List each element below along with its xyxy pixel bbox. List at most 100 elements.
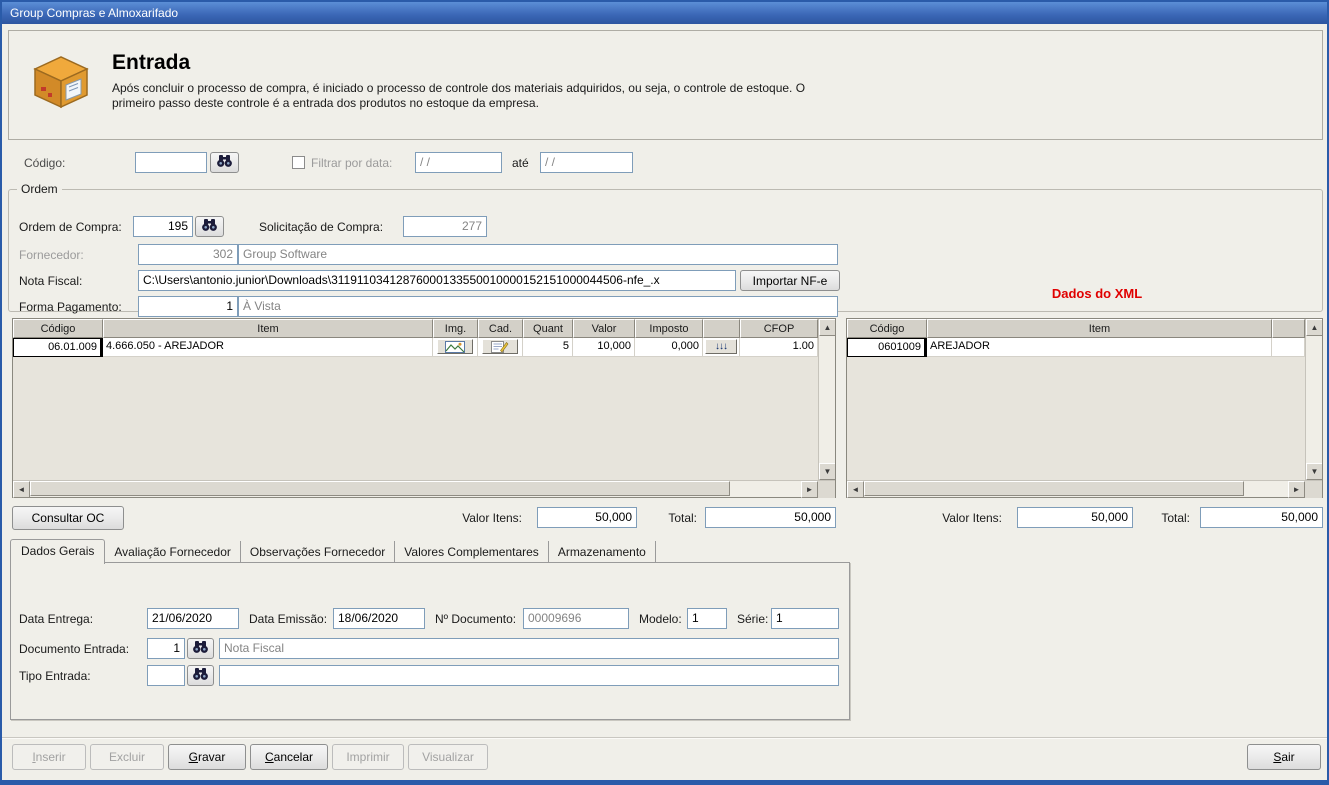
binoculars-icon [192,640,209,657]
xml-grid-header[interactable]: Código Item [847,319,1305,338]
scroll-down-icon[interactable]: ▼ [1306,463,1322,480]
column-header-item[interactable]: Item [927,319,1272,338]
tipo-entrada-codigo-input[interactable] [147,665,185,686]
ordem-de-compra-input[interactable]: 195 [133,216,193,237]
xml-grid-vertical-scrollbar[interactable]: ▲ ▼ [1305,319,1322,480]
right-total-field: 50,000 [1200,507,1323,528]
xml-grid[interactable]: Código Item 0601009 AREJADOR ▲ ▼ ◄ ► [846,318,1323,498]
valor-itens-label: Valor Itens: [942,511,1002,525]
tab-valores-complementares[interactable]: Valores Complementares [395,541,549,562]
xml-grid-horizontal-scrollbar[interactable]: ◄ ► [847,480,1322,498]
left-valor-itens-field: 50,000 [537,507,637,528]
cell-codigo[interactable]: 0601009 [847,338,927,357]
total-label: Total: [668,511,697,525]
items-grid-vertical-scrollbar[interactable]: ▲ ▼ [818,319,835,480]
scroll-up-icon[interactable]: ▲ [1306,319,1322,336]
scroll-left-icon[interactable]: ◄ [847,481,864,498]
scrollbar-corner [1305,481,1322,498]
edit-form-icon[interactable] [482,339,518,354]
nota-fiscal-label: Nota Fiscal: [19,274,83,288]
cell-impostos-button[interactable]: ↓↓↓ [703,338,740,357]
cancelar-button[interactable]: Cancelar [250,744,328,770]
scroll-right-icon[interactable]: ► [801,481,818,498]
tipo-entrada-nome-input[interactable] [219,665,839,686]
cell-codigo[interactable]: 06.01.009 [13,338,103,357]
cell-img[interactable] [433,338,478,357]
cell-cad[interactable] [478,338,523,357]
cell-item[interactable]: 4.666.050 - AREJADOR [103,338,433,357]
column-header-img[interactable]: Img. [433,319,478,338]
tab-armazenamento[interactable]: Armazenamento [549,541,656,562]
footer-divider [2,737,1327,738]
data-emissao-label: Data Emissão: [249,612,328,626]
documento-entrada-label: Documento Entrada: [19,642,130,656]
column-header-codigo[interactable]: Código [847,319,927,338]
visualizar-button[interactable]: Visualizar [408,744,488,770]
items-grid-header[interactable]: Código Item Img. Cad. Quant Valor Impost… [13,319,818,338]
consultar-oc-button[interactable]: Consultar OC [12,506,124,530]
tab-dados-gerais[interactable]: Dados Gerais [10,539,106,564]
filtrar-por-data-checkbox[interactable] [292,156,305,169]
valor-itens-label: Valor Itens: [462,511,522,525]
data-entrega-input[interactable]: 21/06/2020 [147,608,239,629]
scrollbar-thumb[interactable] [30,481,730,496]
column-header-codigo[interactable]: Código [13,319,103,338]
num-documento-label: Nº Documento: [435,612,517,626]
codigo-input[interactable] [135,152,207,173]
column-header-quant[interactable]: Quant [523,319,573,338]
items-grid-empty-area [13,357,818,480]
documento-entrada-codigo-input[interactable]: 1 [147,638,185,659]
scroll-up-icon[interactable]: ▲ [819,319,835,336]
column-header-cad[interactable]: Cad. [478,319,523,338]
scrollbar-thumb[interactable] [864,481,1244,496]
fornecedor-codigo-input: 302 [138,244,238,265]
importar-nfe-button[interactable]: Importar NF-e [740,270,840,291]
forma-pagamento-nome-input: À Vista [238,296,838,317]
cell-imposto[interactable]: 0,000 [635,338,703,357]
documento-entrada-search-button[interactable] [187,638,214,659]
inserir-button[interactable]: Inserir [12,744,86,770]
scroll-right-icon[interactable]: ► [1288,481,1305,498]
items-grid[interactable]: Código Item Img. Cad. Quant Valor Impost… [12,318,836,498]
num-documento-input: 00009696 [523,608,629,629]
right-valor-itens-field: 50,000 [1017,507,1133,528]
scroll-left-icon[interactable]: ◄ [13,481,30,498]
modelo-input[interactable]: 1 [687,608,727,629]
table-row[interactable]: 06.01.009 4.666.050 - AREJADOR 5 10,000 … [13,338,818,357]
tab-avaliacao-fornecedor[interactable]: Avaliação Fornecedor [105,541,241,562]
scroll-down-icon[interactable]: ▼ [819,463,835,480]
triple-down-arrow-icon[interactable]: ↓↓↓ [705,339,737,354]
tab-observacoes-fornecedor[interactable]: Observações Fornecedor [241,541,396,562]
column-header-cfop[interactable]: CFOP [740,319,818,338]
cell-valor[interactable]: 10,000 [573,338,635,357]
codigo-search-button[interactable] [210,152,239,173]
dados-gerais-panel: Data Entrega: 21/06/2020 Data Emissão: 1… [10,562,850,720]
column-header-item[interactable]: Item [103,319,433,338]
forma-pagamento-codigo-input[interactable]: 1 [138,296,238,317]
gravar-button[interactable]: Gravar [168,744,246,770]
column-header-valor[interactable]: Valor [573,319,635,338]
excluir-button[interactable]: Excluir [90,744,164,770]
title-bar[interactable]: Group Compras e Almoxarifado [2,2,1327,24]
sair-button[interactable]: Sair [1247,744,1321,770]
window-title: Group Compras e Almoxarifado [10,6,179,20]
modelo-label: Modelo: [639,612,682,626]
cell-item[interactable]: AREJADOR [927,338,1272,357]
data-emissao-input[interactable]: 18/06/2020 [333,608,425,629]
date-to-input[interactable]: / / [540,152,633,173]
nota-fiscal-input[interactable]: C:\Users\antonio.junior\Downloads\311911… [138,270,736,291]
items-grid-horizontal-scrollbar[interactable]: ◄ ► [13,480,835,498]
image-icon[interactable] [437,339,473,354]
imprimir-button[interactable]: Imprimir [332,744,404,770]
date-from-input[interactable]: / / [415,152,502,173]
cell-cfop[interactable]: 1.00 [740,338,818,357]
ordem-de-compra-search-button[interactable] [195,216,224,237]
column-header-imposto[interactable]: Imposto [635,319,703,338]
binoculars-icon [192,667,209,684]
tipo-entrada-search-button[interactable] [187,665,214,686]
codigo-label: Código: [24,156,66,170]
cell-quant[interactable]: 5 [523,338,573,357]
table-row[interactable]: 0601009 AREJADOR [847,338,1305,357]
documento-entrada-nome-input: Nota Fiscal [219,638,839,659]
serie-input[interactable]: 1 [771,608,839,629]
